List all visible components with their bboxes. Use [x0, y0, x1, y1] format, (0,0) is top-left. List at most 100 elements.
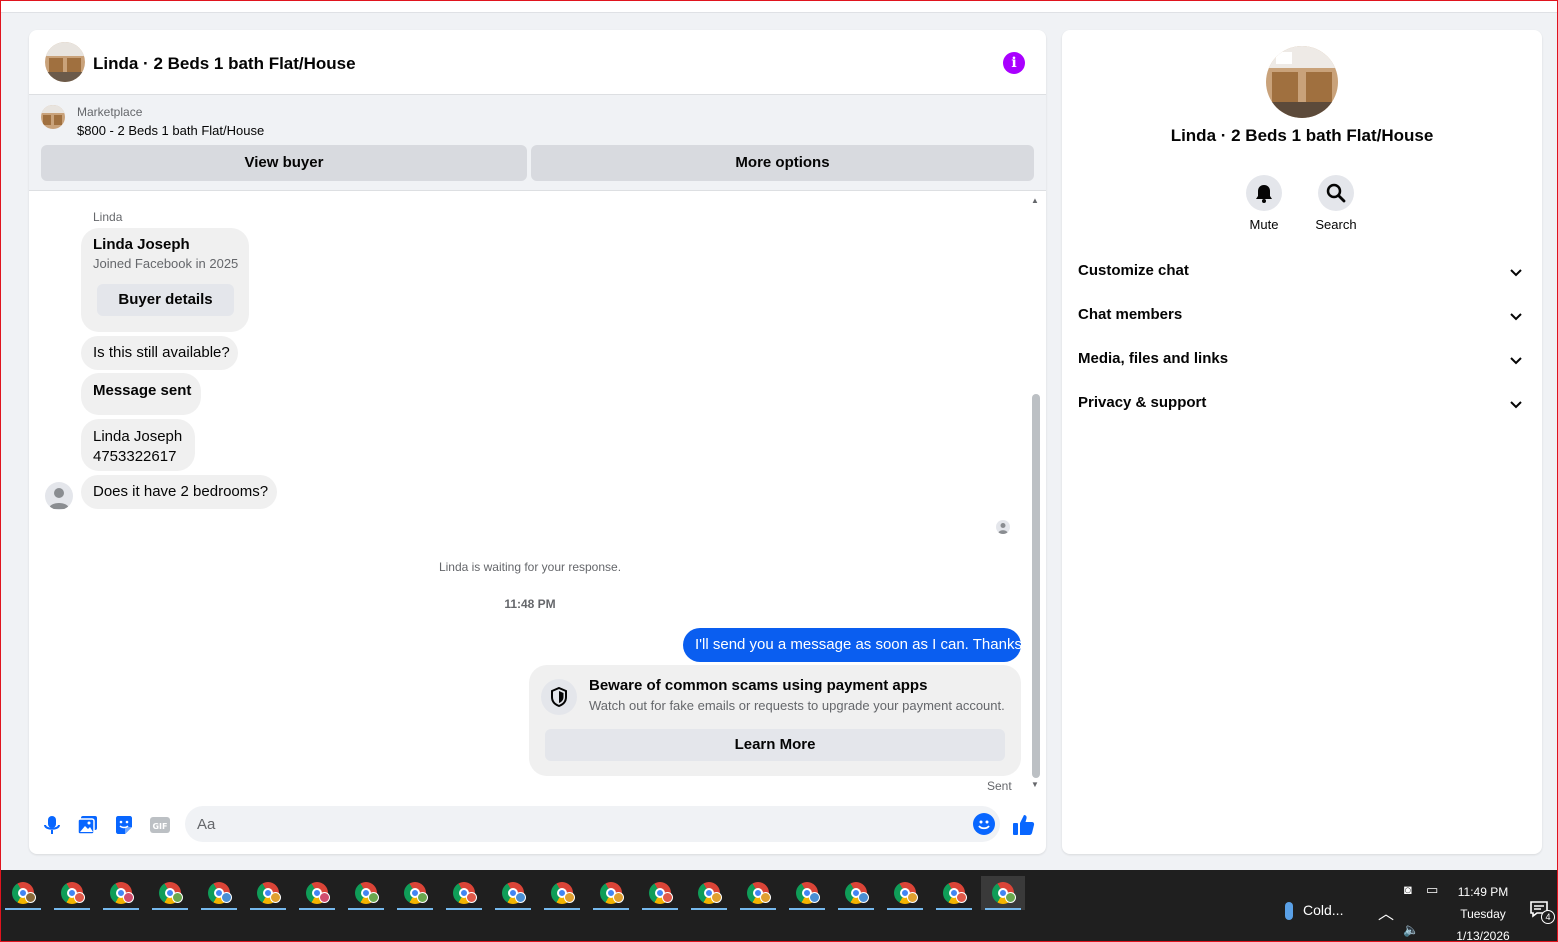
- seen-indicator-avatar: [996, 520, 1010, 534]
- network-icon[interactable]: ▭: [1426, 882, 1438, 898]
- sticker-icon[interactable]: [113, 814, 135, 836]
- taskbar-app-chrome[interactable]: [589, 876, 633, 910]
- search-icon: [1318, 175, 1354, 211]
- running-indicator: [544, 908, 580, 910]
- search-button[interactable]: Search: [1306, 175, 1366, 232]
- running-indicator: [887, 908, 923, 910]
- taskbar-app-chrome[interactable]: [1, 876, 45, 910]
- scroll-down-arrow-icon[interactable]: ▼: [1031, 780, 1039, 789]
- chevron-down-icon: [1510, 269, 1522, 277]
- profile-badge-icon: [760, 892, 771, 903]
- thumbs-up-icon[interactable]: [1012, 813, 1036, 837]
- contact-name: Linda Joseph: [93, 428, 183, 445]
- taskbar-app-chrome[interactable]: [197, 876, 241, 910]
- running-indicator: [691, 908, 727, 910]
- taskbar-app-chrome[interactable]: [442, 876, 486, 910]
- photo-icon[interactable]: [77, 814, 99, 836]
- taskbar-app-chrome[interactable]: [50, 876, 94, 910]
- listing-summary[interactable]: $800 - 2 Beds 1 bath Flat/House: [77, 123, 264, 138]
- profile-badge-icon: [858, 892, 869, 903]
- taskbar-app-chrome[interactable]: [638, 876, 682, 910]
- mute-button[interactable]: Mute: [1234, 175, 1294, 232]
- profile-badge-icon: [74, 892, 85, 903]
- section-chat-members[interactable]: Chat members: [1062, 294, 1542, 338]
- taskbar-app-chrome[interactable]: [785, 876, 829, 910]
- taskbar-app-chrome[interactable]: [295, 876, 339, 910]
- message-bubble[interactable]: Message sent: [81, 373, 201, 415]
- marketplace-label: Marketplace: [77, 105, 143, 119]
- section-privacy-support[interactable]: Privacy & support: [1062, 382, 1542, 426]
- taskbar-app-chrome[interactable]: [540, 876, 584, 910]
- profile-badge-icon: [907, 892, 918, 903]
- profile-badge-icon: [221, 892, 232, 903]
- taskbar-app-chrome[interactable]: [491, 876, 535, 910]
- profile-badge-icon: [417, 892, 428, 903]
- taskbar-app-chrome[interactable]: [981, 876, 1025, 910]
- gif-icon[interactable]: GIF: [149, 814, 171, 836]
- taskbar-app-chrome[interactable]: [344, 876, 388, 910]
- info-icon[interactable]: i: [1003, 52, 1025, 74]
- delivery-status: Sent: [987, 779, 1012, 793]
- scroll-up-arrow-icon[interactable]: ▲: [1031, 196, 1039, 205]
- profile-badge-icon: [662, 892, 673, 903]
- profile-badge-icon: [956, 892, 967, 903]
- taskbar-app-chrome[interactable]: [883, 876, 927, 910]
- weather-widget[interactable]: Cold...: [1285, 902, 1344, 921]
- shield-icon: [541, 679, 577, 715]
- svg-text:GIF: GIF: [152, 822, 167, 831]
- scrollbar-thumb[interactable]: [1032, 394, 1040, 778]
- profile-badge-icon: [25, 892, 36, 903]
- message-bubble[interactable]: Does it have 2 bedrooms?: [81, 475, 277, 509]
- outgoing-message-bubble[interactable]: I'll send you a message as soon as I can…: [683, 628, 1022, 662]
- mute-label: Mute: [1249, 217, 1279, 232]
- listing-photo[interactable]: [1266, 46, 1338, 118]
- learn-more-button[interactable]: Learn More: [545, 729, 1005, 761]
- weather-text: Cold...: [1303, 902, 1344, 918]
- message-timestamp: 11:48 PM: [504, 597, 556, 611]
- running-indicator: [985, 908, 1021, 910]
- taskbar-app-chrome[interactable]: [148, 876, 192, 910]
- section-label: Customize chat: [1078, 262, 1189, 279]
- tray-expand-chevron-icon[interactable]: ︿: [1378, 900, 1394, 924]
- profile-badge-icon: [711, 892, 722, 903]
- taskbar-app-chrome[interactable]: [246, 876, 290, 910]
- meet-now-icon[interactable]: ◙: [1404, 882, 1412, 897]
- listing-avatar[interactable]: [45, 42, 85, 82]
- waiting-notice: Linda is waiting for your response.: [438, 560, 622, 574]
- scam-warning-text: Watch out for fake emails or requests to…: [589, 698, 1005, 713]
- message-input[interactable]: [185, 806, 1000, 842]
- microphone-icon[interactable]: [41, 814, 63, 836]
- profile-badge-icon: [270, 892, 281, 903]
- taskbar-app-chrome[interactable]: [687, 876, 731, 910]
- taskbar-app-chrome[interactable]: [834, 876, 878, 910]
- profile-badge-icon: [466, 892, 477, 903]
- taskbar-app-chrome[interactable]: [932, 876, 976, 910]
- buyer-details-button[interactable]: Buyer details: [97, 284, 234, 316]
- volume-icon[interactable]: 🔈: [1403, 922, 1419, 938]
- message-bubble[interactable]: Is this still available?: [81, 336, 238, 370]
- chat-title[interactable]: Linda · 2 Beds 1 bath Flat/House: [93, 54, 356, 74]
- listing-thumbnail[interactable]: [41, 105, 65, 129]
- profile-badge-icon: [515, 892, 526, 903]
- section-label: Chat members: [1078, 306, 1183, 323]
- chat-info-panel: Linda · 2 Beds 1 bath Flat/House Mute Se…: [1062, 30, 1542, 854]
- running-indicator: [642, 908, 678, 910]
- chevron-down-icon: [1510, 401, 1522, 409]
- taskbar-app-chrome[interactable]: [99, 876, 143, 910]
- contact-info-bubble[interactable]: Linda Joseph 4753322617: [81, 419, 195, 471]
- more-options-button[interactable]: More options: [531, 145, 1034, 181]
- emoji-icon[interactable]: [973, 813, 995, 835]
- taskbar-clock[interactable]: 11:49 PM Tuesday 1/13/2026: [1441, 881, 1525, 942]
- taskbar-app-chrome[interactable]: [393, 876, 437, 910]
- notification-center-icon[interactable]: 4: [1529, 900, 1555, 924]
- browser-top-strip: [1, 1, 1557, 13]
- view-buyer-button[interactable]: View buyer: [41, 145, 527, 181]
- taskbar-app-chrome[interactable]: [736, 876, 780, 910]
- marketplace-bar: Marketplace $800 - 2 Beds 1 bath Flat/Ho…: [29, 95, 1046, 191]
- section-customize-chat[interactable]: Customize chat: [1062, 250, 1542, 294]
- buyer-avatar[interactable]: [45, 482, 73, 510]
- bell-icon: [1246, 175, 1282, 211]
- running-indicator: [201, 908, 237, 910]
- section-media-files-links[interactable]: Media, files and links: [1062, 338, 1542, 382]
- sender-name: Linda: [93, 210, 123, 224]
